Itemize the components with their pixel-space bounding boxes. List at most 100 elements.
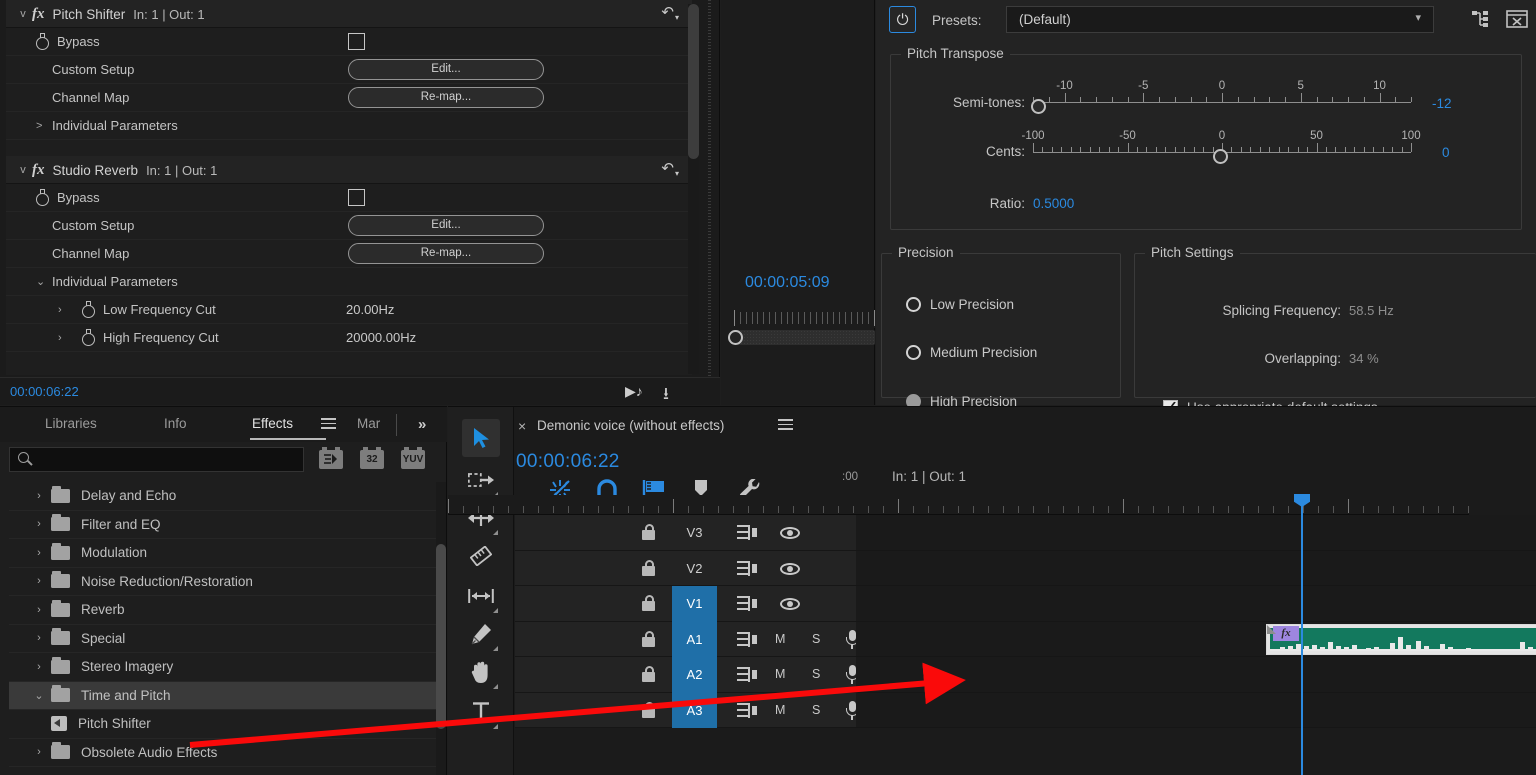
32bit-filter-icon[interactable]: 32	[360, 447, 384, 469]
effect-header-pitch-shifter[interactable]: v fx Pitch Shifter In: 1 | Out: 1 ↶▾	[6, 0, 692, 28]
sync-lock-icon[interactable]	[737, 596, 757, 611]
param-row-channel-map[interactable]: Channel Map Re-map...	[6, 84, 692, 112]
track-lane[interactable]	[856, 657, 1536, 692]
toggle-track-output-icon[interactable]	[780, 562, 800, 575]
tool-flyout-corner[interactable]	[493, 608, 498, 613]
radio-medium-precision[interactable]	[906, 345, 921, 360]
splicing-frequency-value[interactable]: 58.5 Hz	[1349, 303, 1394, 318]
pen-tool[interactable]	[462, 615, 500, 653]
lock-track-icon[interactable]	[642, 630, 655, 647]
chevron-right-icon[interactable]: ›	[27, 547, 51, 559]
tab-overflow-icon[interactable]: »	[418, 416, 426, 433]
param-row-bypass[interactable]: Bypass	[6, 184, 692, 212]
tab-info[interactable]: Info	[164, 416, 187, 431]
slip-tool[interactable]	[462, 577, 500, 615]
track-target-toggle-v3[interactable]: V3	[672, 515, 717, 551]
effect-controls-scrollbar[interactable]	[688, 4, 699, 374]
remap-button[interactable]: Re-map...	[348, 243, 544, 264]
toggle-track-output-icon[interactable]	[780, 598, 800, 610]
lock-track-icon[interactable]	[642, 559, 655, 576]
remap-button[interactable]: Re-map...	[348, 87, 544, 108]
semitones-value[interactable]: -12	[1432, 96, 1452, 111]
tool-flyout-corner[interactable]	[493, 530, 498, 535]
stopwatch-icon[interactable]	[80, 328, 98, 347]
cents-slider-knob[interactable]	[1213, 149, 1228, 164]
param-row-low-frequency-cut[interactable]: › Low Frequency Cut 20.00Hz	[6, 296, 692, 324]
timeline-ruler[interactable]	[448, 495, 1469, 515]
param-row-custom-setup[interactable]: Custom Setup Edit...	[6, 212, 692, 240]
tool-flyout-corner[interactable]	[493, 724, 498, 729]
stopwatch-icon[interactable]	[34, 32, 52, 51]
effect-category-item[interactable]: › Modulation	[9, 539, 437, 568]
sync-lock-icon[interactable]	[737, 667, 757, 682]
param-row-channel-map[interactable]: Channel Map Re-map...	[6, 240, 692, 268]
chevron-down-icon[interactable]: v	[16, 164, 30, 176]
lock-track-icon[interactable]	[642, 595, 655, 611]
effect-category-item[interactable]: › Obsolete Audio Effects	[9, 739, 437, 767]
solo-track-button[interactable]: S	[812, 657, 820, 693]
effect-list-item[interactable]: Pitch Shifter	[9, 710, 437, 739]
solo-track-button[interactable]: S	[812, 622, 820, 658]
timeline-playhead-timecode[interactable]: 00:00:06:22	[516, 451, 620, 473]
track-target-toggle-a2[interactable]: A2	[672, 657, 717, 693]
effect-category-item[interactable]: ⌄ Time and Pitch	[9, 681, 437, 710]
param-row-individual-parameters[interactable]: ⌄ Individual Parameters	[6, 268, 692, 296]
track-lane[interactable]	[856, 692, 1536, 727]
tool-flyout-corner[interactable]	[493, 646, 498, 651]
program-monitor-playhead-handle[interactable]	[728, 330, 743, 345]
edit-button[interactable]: Edit...	[348, 59, 544, 80]
chevron-right-icon[interactable]: ›	[58, 304, 62, 316]
type-tool[interactable]	[462, 693, 500, 731]
overlapping-value[interactable]: 34 %	[1349, 351, 1379, 366]
tab-libraries[interactable]: Libraries	[45, 416, 97, 431]
track-lane[interactable]: fx	[856, 621, 1536, 656]
rate-stretch-tool[interactable]	[462, 537, 500, 575]
chevron-right-icon[interactable]: ›	[27, 661, 51, 673]
param-row-bypass[interactable]: Bypass	[6, 28, 692, 56]
timeline-playhead[interactable]	[1294, 494, 1310, 775]
effect-routing-icon[interactable]	[1471, 10, 1491, 33]
track-select-forward-tool[interactable]	[462, 461, 500, 499]
chevron-down-icon[interactable]: v	[16, 8, 30, 20]
mute-track-button[interactable]: M	[775, 622, 785, 658]
effect-controls-scroll-area[interactable]: v fx Pitch Shifter In: 1 | Out: 1 ↶▾ Byp…	[6, 0, 692, 375]
track-target-toggle-a3[interactable]: A3	[672, 692, 717, 728]
track-target-toggle-v2[interactable]: V2	[672, 551, 717, 587]
effect-header-studio-reverb[interactable]: v fx Studio Reverb In: 1 | Out: 1 ↶▾	[6, 156, 692, 184]
power-toggle-button[interactable]: ⏻	[889, 6, 916, 33]
cents-value[interactable]: 0	[1442, 145, 1450, 160]
effect-category-item[interactable]: › Reverb	[9, 596, 437, 625]
mute-track-button[interactable]: M	[775, 693, 785, 729]
hand-tool[interactable]	[462, 653, 500, 691]
bypass-checkbox[interactable]	[348, 33, 365, 50]
program-monitor-zoom-bar[interactable]	[734, 330, 875, 345]
semitones-slider-track[interactable]: -10 -5 0 5 10	[1033, 80, 1412, 107]
tool-flyout-corner[interactable]	[493, 684, 498, 689]
accelerated-effects-filter-icon[interactable]	[319, 447, 343, 469]
track-target-toggle-v1[interactable]: V1	[672, 586, 717, 622]
tab-effects[interactable]: Effects	[252, 416, 293, 431]
toggle-track-output-icon[interactable]	[780, 527, 800, 539]
effect-category-item[interactable]: › Delay and Echo	[9, 482, 437, 511]
sync-lock-icon[interactable]	[737, 631, 757, 647]
sequence-tab-label[interactable]: Demonic voice (without effects)	[537, 418, 724, 433]
play-audio-icon[interactable]: ▶♪	[625, 383, 643, 400]
reset-effect-icon[interactable]: ↶▾	[661, 159, 679, 178]
semitones-slider-knob[interactable]	[1031, 99, 1046, 114]
search-input[interactable]	[38, 450, 296, 470]
sync-lock-icon[interactable]	[737, 702, 757, 718]
sync-lock-icon[interactable]	[737, 525, 757, 540]
scrollbar-thumb[interactable]	[436, 544, 446, 729]
effect-category-item[interactable]: › Filter and EQ	[9, 511, 437, 539]
program-monitor-ruler[interactable]	[734, 310, 875, 328]
radio-label[interactable]: Medium Precision	[930, 345, 1037, 360]
solo-track-button[interactable]: S	[812, 693, 820, 729]
ratio-value[interactable]: 0.5000	[1033, 196, 1074, 211]
close-sequence-icon[interactable]: ×	[518, 418, 526, 434]
radio-label[interactable]: Low Precision	[930, 297, 1014, 312]
stopwatch-icon[interactable]	[80, 300, 98, 319]
close-window-icon[interactable]	[1506, 10, 1528, 33]
yuv-filter-icon[interactable]: YUV	[401, 447, 425, 469]
selection-tool[interactable]	[462, 419, 500, 457]
effect-category-item[interactable]: › Noise Reduction/Restoration	[9, 568, 437, 596]
